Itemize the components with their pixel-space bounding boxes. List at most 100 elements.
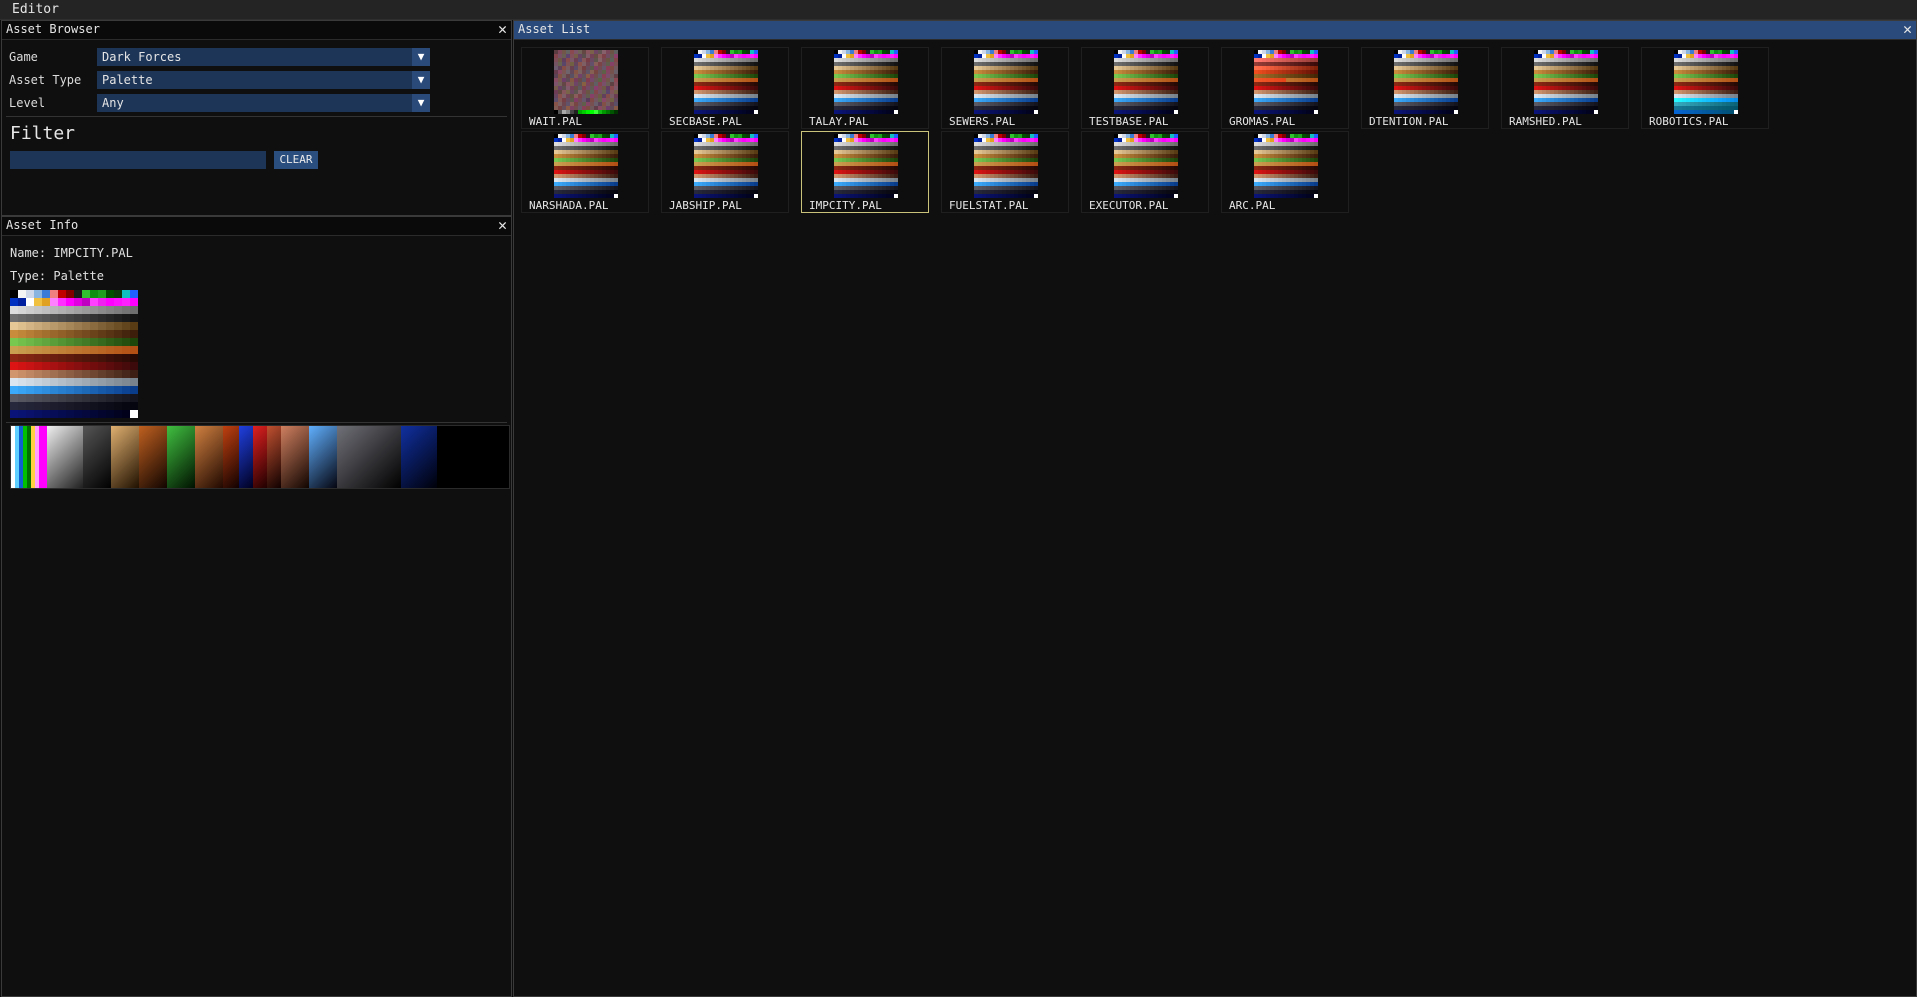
asset-tile[interactable]: GROMAS.PAL xyxy=(1221,47,1349,129)
palette-thumbnail xyxy=(1254,134,1318,198)
asset-tile[interactable]: ARC.PAL xyxy=(1221,131,1349,213)
palette-swatch xyxy=(58,290,66,298)
palette-swatch xyxy=(122,306,130,314)
palette-swatch xyxy=(90,362,98,370)
palette-swatch xyxy=(90,410,98,418)
game-dropdown[interactable]: Dark Forces ▼ xyxy=(97,48,430,66)
palette-swatch xyxy=(122,330,130,338)
asset-tile-label: IMPCITY.PAL xyxy=(809,199,882,212)
palette-swatch xyxy=(34,306,42,314)
clear-button[interactable]: CLEAR xyxy=(274,151,318,169)
palette-swatch xyxy=(34,410,42,418)
palette-swatch xyxy=(50,362,58,370)
palette-swatch xyxy=(90,378,98,386)
palette-swatch xyxy=(130,370,138,378)
ramp-swatch xyxy=(281,426,309,488)
asset-tile[interactable]: EXECUTOR.PAL xyxy=(1081,131,1209,213)
palette-swatch xyxy=(10,306,18,314)
palette-swatch xyxy=(82,370,90,378)
palette-thumbnail xyxy=(694,134,758,198)
palette-swatch xyxy=(114,346,122,354)
chevron-down-icon[interactable]: ▼ xyxy=(412,71,430,89)
palette-swatch xyxy=(122,410,130,418)
palette-swatch xyxy=(26,402,34,410)
asset-tile[interactable]: RAMSHED.PAL xyxy=(1501,47,1629,129)
palette-thumbnail xyxy=(694,50,758,114)
game-value: Dark Forces xyxy=(102,50,182,64)
palette-swatch xyxy=(58,410,66,418)
divider xyxy=(6,116,507,117)
chevron-down-icon[interactable]: ▼ xyxy=(412,94,430,112)
palette-swatch xyxy=(74,354,82,362)
asset-list-title: Asset List xyxy=(518,22,591,36)
palette-swatch xyxy=(74,402,82,410)
palette-swatch xyxy=(18,386,26,394)
asset-tile[interactable]: TESTBASE.PAL xyxy=(1081,47,1209,129)
palette-swatch xyxy=(42,362,50,370)
ramp-swatch xyxy=(139,426,167,488)
palette-swatch xyxy=(130,394,138,402)
palette-swatch xyxy=(66,378,74,386)
palette-swatch xyxy=(50,298,58,306)
close-icon[interactable]: ✕ xyxy=(498,216,507,234)
asset-tile[interactable]: ROBOTICS.PAL xyxy=(1641,47,1769,129)
palette-swatch xyxy=(114,394,122,402)
asset-browser-panel: Asset Browser ✕ Game Dark Forces ▼ Asset… xyxy=(1,20,512,216)
asset-tile[interactable]: NARSHADA.PAL xyxy=(521,131,649,213)
palette-swatch xyxy=(58,314,66,322)
palette-swatch xyxy=(74,410,82,418)
asset-info-panel: Asset Info ✕ Name: IMPCITY.PAL Type: Pal… xyxy=(1,216,512,997)
palette-swatch xyxy=(18,402,26,410)
level-dropdown[interactable]: Any ▼ xyxy=(97,94,430,112)
close-icon[interactable]: ✕ xyxy=(498,20,507,38)
palette-swatch xyxy=(98,370,106,378)
palette-swatch xyxy=(34,290,42,298)
palette-swatch xyxy=(26,378,34,386)
asset-tile[interactable]: FUELSTAT.PAL xyxy=(941,131,1069,213)
palette-swatch xyxy=(26,314,34,322)
asset-info-titlebar[interactable]: Asset Info ✕ xyxy=(2,216,511,236)
close-icon[interactable]: ✕ xyxy=(1903,20,1912,38)
palette-swatch xyxy=(10,314,18,322)
palette-swatch xyxy=(10,370,18,378)
palette-thumbnail xyxy=(1254,50,1318,114)
ramp-swatch xyxy=(111,426,139,488)
asset-tile[interactable]: SEWERS.PAL xyxy=(941,47,1069,129)
asset-list-titlebar[interactable]: Asset List ✕ xyxy=(514,20,1916,40)
asset-tile-label: ROBOTICS.PAL xyxy=(1649,115,1729,128)
asset-tile[interactable]: SECBASE.PAL xyxy=(661,47,789,129)
palette-swatch xyxy=(42,410,50,418)
palette-swatch xyxy=(18,394,26,402)
menu-editor[interactable]: Editor xyxy=(12,2,59,17)
asset-tile[interactable]: JABSHIP.PAL xyxy=(661,131,789,213)
palette-swatch xyxy=(98,394,106,402)
palette-swatch xyxy=(50,290,58,298)
palette-swatch xyxy=(10,338,18,346)
palette-thumbnail xyxy=(1394,50,1458,114)
asset-tile[interactable]: DTENTION.PAL xyxy=(1361,47,1489,129)
palette-swatch xyxy=(50,402,58,410)
palette-swatch xyxy=(82,410,90,418)
asset-browser-titlebar[interactable]: Asset Browser ✕ xyxy=(2,20,511,40)
asset-type-value: Palette xyxy=(102,73,153,87)
palette-swatch xyxy=(26,354,34,362)
palette-swatch xyxy=(10,322,18,330)
filter-input[interactable] xyxy=(10,151,266,169)
palette-swatch xyxy=(130,322,138,330)
asset-tile[interactable]: TALAY.PAL xyxy=(801,47,929,129)
palette-swatch xyxy=(34,338,42,346)
palette-swatch xyxy=(114,298,122,306)
palette-swatch xyxy=(98,290,106,298)
palette-swatch xyxy=(74,298,82,306)
palette-swatch xyxy=(82,338,90,346)
chevron-down-icon[interactable]: ▼ xyxy=(412,48,430,66)
asset-type-dropdown[interactable]: Palette ▼ xyxy=(97,71,430,89)
palette-swatch xyxy=(74,306,82,314)
palette-thumbnail xyxy=(554,134,618,198)
asset-tile[interactable]: IMPCITY.PAL xyxy=(801,131,929,213)
palette-swatch xyxy=(122,338,130,346)
asset-tile[interactable]: WAIT.PAL xyxy=(521,47,649,129)
palette-swatch xyxy=(66,386,74,394)
palette-swatch xyxy=(26,298,34,306)
palette-swatch xyxy=(18,338,26,346)
